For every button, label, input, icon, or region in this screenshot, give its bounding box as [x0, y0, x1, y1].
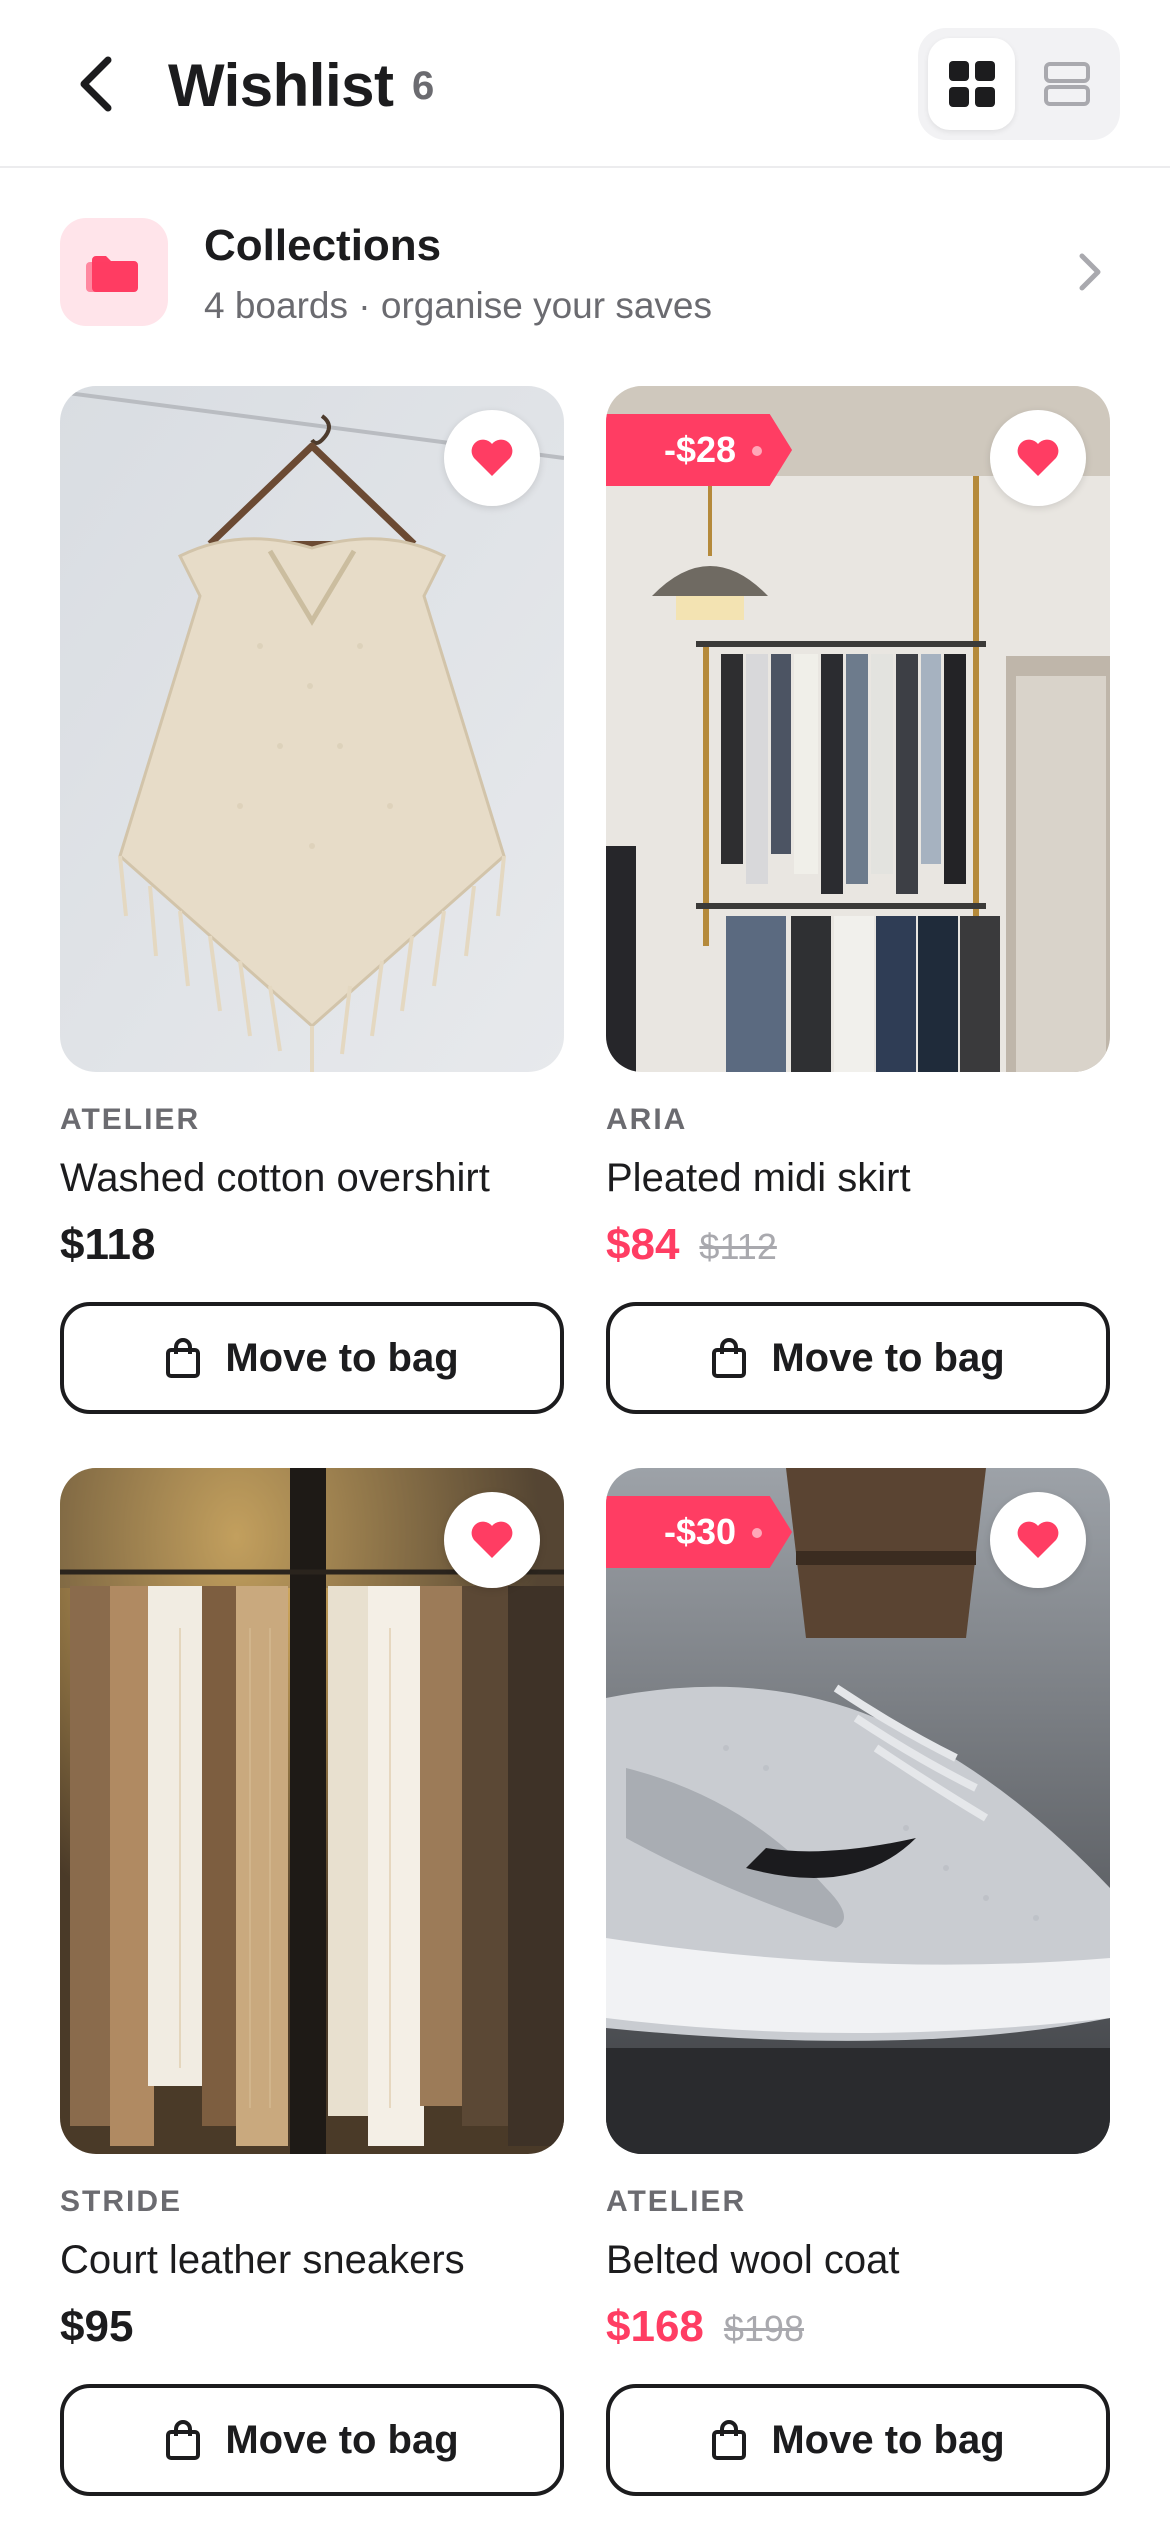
grid-view-button[interactable]: [928, 38, 1015, 130]
heart-icon: [471, 1521, 513, 1558]
product-image[interactable]: [60, 386, 564, 1072]
wishlist-count-badge: 6: [412, 64, 435, 108]
grid-icon: [948, 61, 995, 107]
product-original-price: $198: [723, 2308, 804, 2349]
price-row: $118: [60, 1216, 564, 1274]
product-image[interactable]: [60, 1468, 564, 2154]
move-to-bag-button[interactable]: Move to bag: [606, 2384, 1110, 2496]
back-button[interactable]: [60, 44, 132, 124]
page-title: Wishlist: [168, 52, 394, 119]
price-row: $95: [60, 2298, 564, 2356]
product-price: $95: [60, 2302, 134, 2351]
product-sale-price: $168: [606, 2302, 704, 2351]
list-view-button[interactable]: [1023, 38, 1110, 130]
product-name[interactable]: Belted wool coat: [606, 2234, 1110, 2286]
move-to-bag-button[interactable]: Move to bag: [606, 1302, 1110, 1414]
product-brand: ARIA: [606, 1103, 688, 1136]
app-header: Wishlist 6: [0, 0, 1170, 168]
product-original-price: $112: [699, 1226, 777, 1267]
collections-subtitle: 4 boards · organise your saves: [204, 285, 712, 326]
folder-icon: [86, 256, 138, 292]
shopping-bag-icon: [166, 2420, 201, 2460]
product-name[interactable]: Washed cotton overshirt: [60, 1152, 564, 1204]
collections-icon-tile: [60, 218, 168, 326]
collections-title: Collections: [204, 221, 442, 270]
price-row: $168 $198: [606, 2298, 1110, 2356]
shopping-bag-icon: [712, 2420, 747, 2460]
heart-icon: [471, 439, 513, 476]
shopping-bag-icon: [712, 1338, 747, 1378]
move-to-bag-label: Move to bag: [225, 2417, 459, 2462]
product-brand: STRIDE: [60, 2185, 183, 2218]
list-icon: [1043, 62, 1090, 106]
move-to-bag-button[interactable]: Move to bag: [60, 2384, 564, 2496]
move-to-bag-label: Move to bag: [771, 2417, 1005, 2462]
product-card[interactable]: -$28 ARIA Pleated midi skirt $84 $112 Mo…: [606, 386, 1110, 1414]
collections-row[interactable]: Collections 4 boards · organise your sav…: [60, 212, 1110, 332]
product-brand: ATELIER: [606, 2185, 747, 2218]
shopping-bag-icon: [166, 1338, 201, 1378]
heart-icon: [1017, 439, 1059, 476]
product-brand: ATELIER: [60, 1103, 201, 1136]
chevron-right-icon: [1070, 250, 1110, 294]
product-card[interactable]: STRIDE Court leather sneakers $95 Move t…: [60, 1468, 564, 2496]
product-name[interactable]: Pleated midi skirt: [606, 1152, 1110, 1204]
move-to-bag-label: Move to bag: [225, 1335, 459, 1380]
view-toggle: [918, 28, 1120, 140]
wishlist-heart-button[interactable]: [444, 410, 540, 506]
move-to-bag-button[interactable]: Move to bag: [60, 1302, 564, 1414]
product-name[interactable]: Court leather sneakers: [60, 2234, 564, 2286]
heart-icon: [1017, 1521, 1059, 1558]
product-price: $118: [60, 1220, 156, 1269]
product-card[interactable]: -$30 ATELIER Belted wool coat $168 $198 …: [606, 1468, 1110, 2496]
product-image[interactable]: -$30: [606, 1468, 1110, 2154]
chevron-left-icon: [80, 56, 112, 112]
discount-badge: -$28: [606, 414, 793, 486]
price-row: $84 $112: [606, 1216, 1110, 1274]
discount-badge: -$30: [606, 1496, 793, 1568]
product-image[interactable]: -$28: [606, 386, 1110, 1072]
wishlist-heart-button[interactable]: [990, 410, 1086, 506]
wishlist-heart-button[interactable]: [990, 1492, 1086, 1588]
wishlist-heart-button[interactable]: [444, 1492, 540, 1588]
product-card[interactable]: ATELIER Washed cotton overshirt $118 Mov…: [60, 386, 564, 1414]
move-to-bag-label: Move to bag: [771, 1335, 1005, 1380]
product-sale-price: $84: [606, 1220, 680, 1269]
